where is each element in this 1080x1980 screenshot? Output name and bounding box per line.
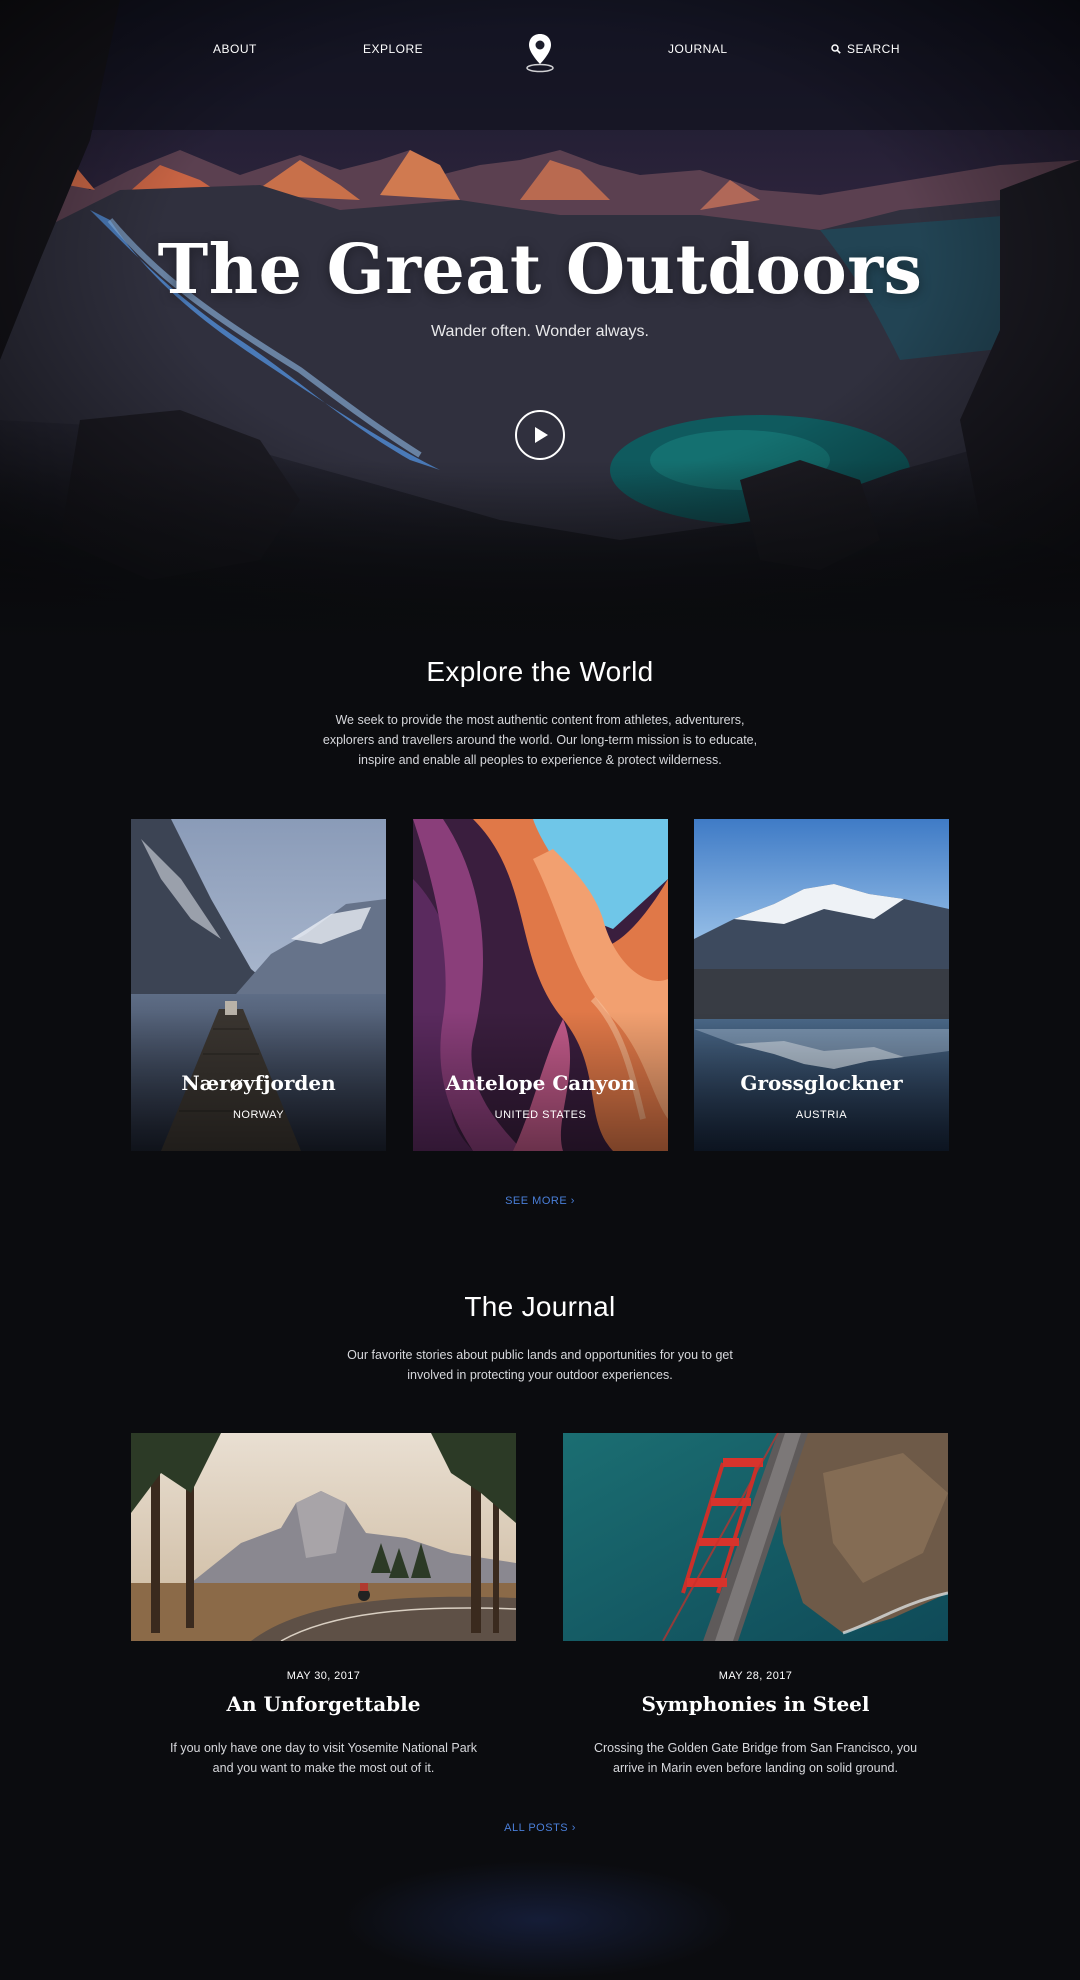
search-label: SEARCH xyxy=(847,42,901,56)
see-more-label: SEE MORE xyxy=(505,1195,568,1207)
nav-link-journal[interactable]: JOURNAL xyxy=(668,42,728,56)
post-image-yosemite[interactable] xyxy=(131,1433,516,1641)
journal-text-line: Our favorite stories about public lands … xyxy=(347,1348,733,1362)
destination-card-grossglockner[interactable]: Grossglockner AUSTRIA xyxy=(694,819,949,1151)
footer-glow xyxy=(340,1860,740,1980)
explore-text-line: explorers and travellers around the worl… xyxy=(322,733,758,747)
post-excerpt-line: Crossing the Golden Gate Bridge from San… xyxy=(593,1741,918,1755)
explore-title: Explore the World xyxy=(426,656,654,687)
destination-name: Nærøyfjorden xyxy=(181,1071,336,1095)
nav-link-explore[interactable]: EXPLORE xyxy=(363,42,423,56)
yosemite-road-image xyxy=(131,1433,516,1641)
post-title-link[interactable]: An Unforgettable xyxy=(131,1692,516,1716)
see-more-container: SEE MORE › xyxy=(0,1195,1080,1207)
all-posts-label: ALL POSTS xyxy=(504,1822,569,1834)
all-posts-link[interactable]: ALL POSTS › xyxy=(504,1822,576,1834)
see-more-link[interactable]: SEE MORE › xyxy=(505,1195,575,1207)
post-date: MAY 30, 2017 xyxy=(286,1670,361,1682)
destination-card-antelope-canyon[interactable]: Antelope Canyon UNITED STATES xyxy=(413,819,668,1151)
journal-title: The Journal xyxy=(464,1291,616,1322)
nav-search[interactable]: SEARCH xyxy=(831,42,900,56)
destination-country: AUSTRIA xyxy=(795,1109,848,1121)
chevron-right-icon: › xyxy=(571,1822,576,1834)
journal-text-line: involved in protecting your outdoor expe… xyxy=(407,1368,673,1382)
post-image-golden-gate[interactable] xyxy=(563,1433,948,1641)
map-pin-icon[interactable] xyxy=(522,32,558,74)
nav-link-about[interactable]: ABOUT xyxy=(213,42,257,56)
golden-gate-bridge-image xyxy=(563,1433,948,1641)
destination-country: NORWAY xyxy=(232,1109,285,1121)
destination-card-naeroyfjorden[interactable]: Nærøyfjorden NORWAY xyxy=(131,819,386,1151)
hero-title: The Great Outdoors xyxy=(157,230,923,310)
destination-name: Grossglockner xyxy=(740,1071,903,1095)
hero-section: ABOUT EXPLORE JOURNAL SEARCH The Great O… xyxy=(0,0,1080,640)
post-excerpt: Crossing the Golden Gate Bridge from San… xyxy=(563,1738,948,1778)
all-posts-container: ALL POSTS › xyxy=(0,1822,1080,1834)
explore-text-line: We seek to provide the most authentic co… xyxy=(335,713,745,727)
post-excerpt: If you only have one day to visit Yosemi… xyxy=(131,1738,516,1778)
play-icon xyxy=(535,427,548,443)
post-date: MAY 28, 2017 xyxy=(718,1670,793,1682)
post-title-link[interactable]: Symphonies in Steel xyxy=(563,1692,948,1716)
play-video-button[interactable] xyxy=(515,410,565,460)
chevron-right-icon: › xyxy=(570,1195,575,1207)
destination-country: UNITED STATES xyxy=(494,1109,587,1121)
hero-mountain-image xyxy=(0,0,1080,640)
post-excerpt-line: arrive in Marin even before landing on s… xyxy=(613,1761,898,1775)
post-excerpt-line: If you only have one day to visit Yosemi… xyxy=(169,1741,478,1755)
search-icon xyxy=(831,44,841,54)
hero-subtitle: Wander often. Wonder always. xyxy=(431,323,649,340)
journal-description: Our favorite stories about public lands … xyxy=(0,1345,1080,1385)
explore-text-line: inspire and enable all peoples to experi… xyxy=(358,753,722,767)
explore-description: We seek to provide the most authentic co… xyxy=(0,710,1080,770)
top-nav: ABOUT EXPLORE JOURNAL SEARCH xyxy=(0,34,1080,73)
destination-name: Antelope Canyon xyxy=(445,1071,636,1095)
post-excerpt-line: and you want to make the most out of it. xyxy=(212,1761,435,1775)
